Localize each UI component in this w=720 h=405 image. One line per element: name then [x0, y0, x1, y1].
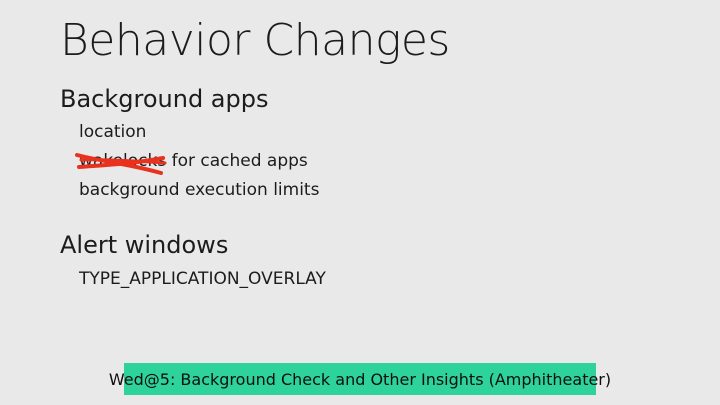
- section-heading-background-apps: Background apps: [60, 85, 269, 113]
- struck-text: wakelocks: [75, 151, 167, 175]
- slide-title: Behavior Changes: [60, 15, 450, 66]
- bullet-cached-apps-label: for cached apps: [166, 151, 308, 171]
- bullet-location: location: [79, 122, 147, 142]
- bullet-cached-apps: wakelocks for cached apps: [75, 151, 308, 175]
- session-banner: Wed@5: Background Check and Other Insigh…: [109, 363, 611, 395]
- struck-text-label: wakelocks: [79, 151, 167, 171]
- session-banner-text: Wed@5: Background Check and Other Insigh…: [108, 369, 612, 389]
- bullet-background-execution-limits: background execution limits: [79, 180, 320, 200]
- bullet-type-application-overlay: TYPE_APPLICATION_OVERLAY: [79, 269, 326, 289]
- section-heading-alert-windows: Alert windows: [60, 231, 229, 259]
